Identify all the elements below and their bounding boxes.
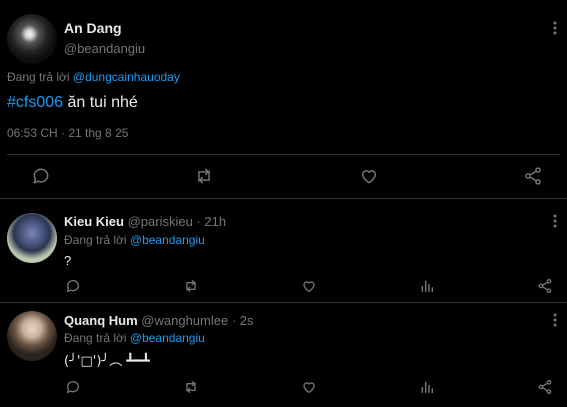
avatar[interactable] [7, 311, 57, 361]
avatar[interactable] [7, 213, 57, 263]
tweet-text: #cfs006 ăn tui nhé [7, 94, 138, 112]
divider [7, 154, 560, 155]
replying-to-label: Đang trả lời [64, 331, 130, 345]
replying-to: Đang trả lời @beandangiu [64, 331, 205, 345]
reply-text: (╯'□')╯︵ ┻━┻ [64, 354, 150, 369]
replying-to-handle[interactable]: @dungcainhauoday [73, 70, 180, 84]
share-icon[interactable] [523, 166, 543, 186]
replying-to: Đang trả lời @dungcainhauoday [7, 70, 180, 84]
reply-author[interactable]: Kieu Kieu @pariskieu · 21h [64, 214, 226, 229]
retweet-icon[interactable] [183, 379, 199, 395]
reply-handle-time: @wanghumlee · 2s [141, 313, 254, 328]
more-icon[interactable] [550, 312, 560, 328]
more-icon[interactable] [550, 20, 560, 36]
analytics-icon[interactable] [419, 278, 435, 294]
reply-icon[interactable] [65, 379, 81, 395]
replying-to: Đang trả lời @beandangiu [64, 233, 205, 247]
reply-text: ? [64, 253, 72, 268]
hashtag-link[interactable]: #cfs006 [7, 94, 63, 111]
replying-to-handle[interactable]: @beandangiu [130, 233, 205, 247]
more-icon[interactable] [550, 213, 560, 229]
main-tweet: An Dang @beandangiu Đang trả lời @dungca… [0, 0, 567, 199]
share-icon[interactable] [537, 379, 553, 395]
like-icon[interactable] [301, 379, 317, 395]
reply-icon[interactable] [31, 166, 51, 186]
replying-to-label: Đang trả lời [64, 233, 130, 247]
retweet-icon[interactable] [194, 166, 214, 186]
reply-tweet[interactable]: Quanq Hum @wanghumlee · 2s Đang trả lời … [0, 303, 567, 407]
replying-to-handle[interactable]: @beandangiu [130, 331, 205, 345]
retweet-icon[interactable] [183, 278, 199, 294]
tweet-timestamp[interactable]: 06:53 CH · 21 thg 8 25 [7, 126, 128, 140]
reply-handle-time: @pariskieu · 21h [127, 214, 227, 229]
like-icon[interactable] [301, 278, 317, 294]
replying-to-label: Đang trả lời [7, 70, 73, 84]
reply-author-name[interactable]: Kieu Kieu [64, 214, 124, 229]
author-handle[interactable]: @beandangiu [64, 41, 145, 56]
avatar[interactable] [7, 14, 57, 64]
analytics-icon[interactable] [419, 379, 435, 395]
tweet-body-text: ăn tui nhé [63, 94, 138, 111]
reply-author-name[interactable]: Quanq Hum [64, 313, 138, 328]
reply-author[interactable]: Quanq Hum @wanghumlee · 2s [64, 313, 254, 328]
like-icon[interactable] [359, 166, 379, 186]
reply-tweet[interactable]: Kieu Kieu @pariskieu · 21h Đang trả lời … [0, 199, 567, 303]
author-name[interactable]: An Dang [64, 20, 122, 36]
share-icon[interactable] [537, 278, 553, 294]
reply-icon[interactable] [65, 278, 81, 294]
